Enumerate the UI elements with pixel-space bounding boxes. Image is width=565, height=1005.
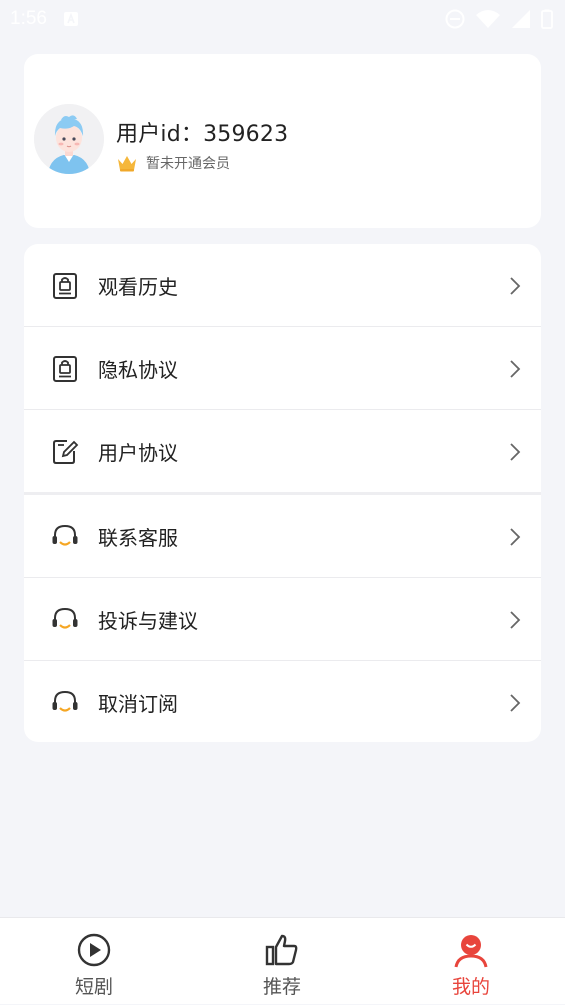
chevron-right-icon bbox=[510, 527, 521, 546]
thumbs-up-icon bbox=[265, 934, 298, 966]
edit-document-icon bbox=[53, 439, 79, 464]
menu-item-user-agreement[interactable]: 用户协议 bbox=[24, 410, 541, 493]
tab-mine[interactable]: 我的 bbox=[377, 918, 565, 1005]
lock-document-icon bbox=[53, 355, 77, 382]
vip-status-text: 暂未开通会员 bbox=[146, 156, 230, 172]
status-left: 1:56 bbox=[10, 8, 79, 30]
menu-item-watch-history[interactable]: 观看历史 bbox=[24, 244, 541, 327]
menu-item-privacy-policy[interactable]: 隐私协议 bbox=[24, 327, 541, 410]
menu-item-label: 隐私协议 bbox=[98, 358, 178, 382]
signal-icon bbox=[512, 10, 530, 28]
user-id-text: 用户id：359623 bbox=[116, 122, 289, 147]
play-circle-icon bbox=[77, 933, 111, 967]
menu-card: 观看历史 隐私协议 用户协议 联系客服 投诉与建议 取消订阅 bbox=[24, 244, 541, 742]
chevron-right-icon bbox=[510, 276, 521, 295]
battery-icon bbox=[541, 9, 553, 29]
avatar[interactable] bbox=[34, 104, 104, 174]
tab-recommend[interactable]: 推荐 bbox=[188, 918, 376, 1005]
profile-card[interactable]: 用户id：359623 暂未开通会员 bbox=[24, 54, 541, 228]
menu-item-label: 投诉与建议 bbox=[98, 609, 198, 633]
status-bar: 1:56 bbox=[0, 0, 565, 38]
vip-status-row: 暂未开通会员 bbox=[116, 153, 230, 173]
avatar-icon bbox=[34, 104, 104, 174]
headset-icon bbox=[52, 607, 78, 629]
headset-icon bbox=[52, 690, 78, 712]
chevron-right-icon bbox=[510, 693, 521, 712]
crown-icon bbox=[118, 156, 136, 172]
tab-label: 短剧 bbox=[74, 976, 113, 998]
menu-item-label: 观看历史 bbox=[98, 275, 178, 299]
notification-a-icon bbox=[63, 12, 78, 26]
chevron-right-icon bbox=[510, 442, 521, 461]
menu-item-label: 取消订阅 bbox=[98, 692, 178, 716]
tab-label: 我的 bbox=[451, 976, 490, 998]
status-time: 1:56 bbox=[10, 8, 47, 29]
menu-item-complaints-suggestions[interactable]: 投诉与建议 bbox=[24, 578, 541, 661]
menu-item-contact-support[interactable]: 联系客服 bbox=[24, 495, 541, 578]
menu-item-cancel-subscription[interactable]: 取消订阅 bbox=[24, 661, 541, 742]
wifi-icon bbox=[476, 10, 500, 28]
lock-document-icon bbox=[53, 272, 77, 299]
tab-label: 推荐 bbox=[262, 976, 301, 998]
tab-short-drama[interactable]: 短剧 bbox=[0, 918, 188, 1005]
chevron-right-icon bbox=[510, 610, 521, 629]
headset-icon bbox=[52, 524, 78, 546]
status-right bbox=[445, 9, 553, 29]
do-not-disturb-icon bbox=[445, 9, 465, 29]
bottom-tab-bar: 短剧 推荐 我的 bbox=[0, 917, 565, 1004]
chevron-right-icon bbox=[510, 359, 521, 378]
menu-item-label: 用户协议 bbox=[98, 441, 178, 465]
profile-smile-icon bbox=[454, 935, 488, 968]
menu-item-label: 联系客服 bbox=[98, 526, 178, 550]
